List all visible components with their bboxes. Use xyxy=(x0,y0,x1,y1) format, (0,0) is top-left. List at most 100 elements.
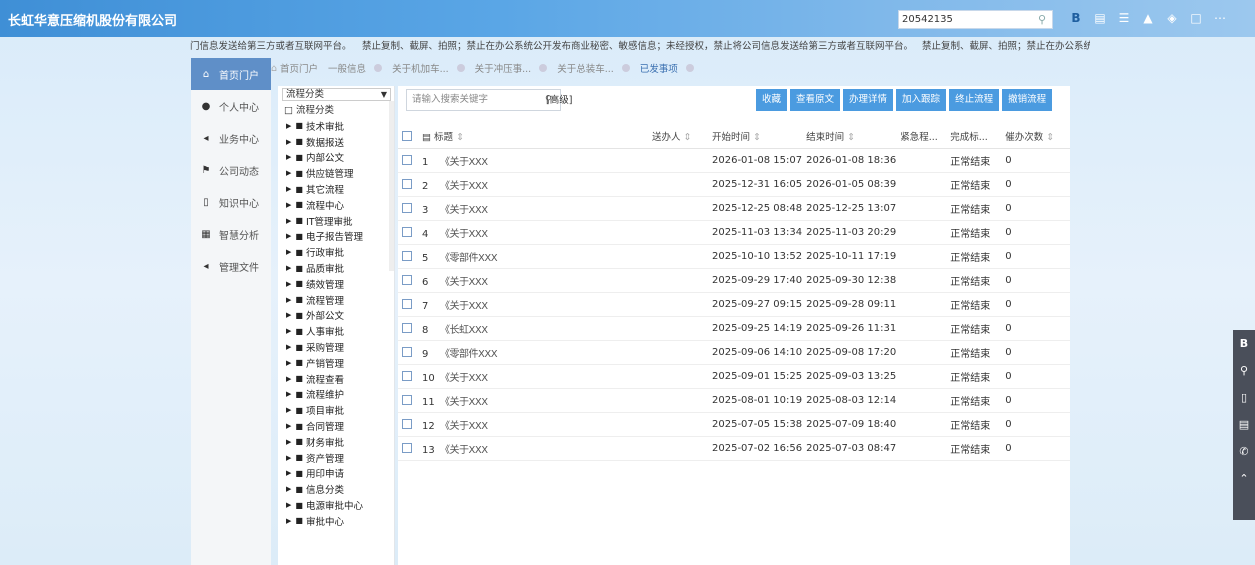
header-completion[interactable]: 完成标... xyxy=(946,124,1002,149)
row-checkbox[interactable] xyxy=(398,148,418,173)
select-all-checkbox[interactable] xyxy=(398,124,418,149)
nav-item-personal[interactable]: ● 个人中心 xyxy=(191,90,271,122)
tab-home[interactable]: ⌂ 首页门户 xyxy=(271,61,318,76)
row-title[interactable]: 4 《关于XXX xyxy=(418,220,648,245)
tree-root[interactable]: □ 流程分类 xyxy=(278,101,394,118)
tab-general-info[interactable]: 一般信息 xyxy=(328,61,383,75)
expand-arrow-icon[interactable]: ▶ xyxy=(286,359,291,367)
expand-arrow-icon[interactable]: ▶ xyxy=(286,169,291,177)
expand-arrow-icon[interactable]: ▶ xyxy=(286,122,291,130)
header-end-time[interactable]: 结束时间 ⇕ xyxy=(802,124,897,149)
table-row[interactable]: 9 《零部件XXX 2025-09-06 14:10 2025-09-08 17:20… xyxy=(398,340,1070,365)
tree-scrollbar[interactable] xyxy=(389,101,394,271)
brand-b-icon[interactable]: B xyxy=(1064,9,1088,27)
header-urgency[interactable]: 紧急程... xyxy=(896,124,947,149)
row-checkbox[interactable] xyxy=(398,292,418,317)
expand-arrow-icon[interactable]: ▶ xyxy=(286,280,291,288)
row-title[interactable]: 2 《关于XXX xyxy=(418,172,648,197)
row-checkbox[interactable] xyxy=(398,412,418,437)
menu-icon[interactable]: ☰ xyxy=(1112,9,1136,27)
handshake-icon[interactable]: ◈ xyxy=(1160,9,1184,27)
row-checkbox[interactable] xyxy=(398,364,418,389)
row-title-text[interactable]: 《关于XXX xyxy=(440,181,488,192)
tree-item[interactable]: ▶ ■ 信息分类 xyxy=(278,481,394,497)
row-checkbox[interactable] xyxy=(398,436,418,461)
table-row[interactable]: 8 《长虹XXX 2025-09-25 14:19 2025-09-26 11:31 正… xyxy=(398,316,1070,341)
row-title-text[interactable]: 《关于XXX xyxy=(440,157,488,168)
header-title[interactable]: ▤ 标题 ⇕ xyxy=(418,124,648,149)
row-title-text[interactable]: 《关于XXX xyxy=(440,229,488,240)
row-title-text[interactable]: 《关于XXX xyxy=(440,277,488,288)
nav-item-knowledge[interactable]: ▯ 知识中心 xyxy=(191,186,271,218)
expand-arrow-icon[interactable]: ▶ xyxy=(286,217,291,225)
tree-item[interactable]: ▶ ■ 数据报送 xyxy=(278,134,394,150)
row-title-text[interactable]: 《零部件XXX xyxy=(440,349,498,360)
row-title[interactable]: 8 《长虹XXX xyxy=(418,316,648,341)
expand-arrow-icon[interactable]: ▶ xyxy=(286,438,291,446)
user-search-icon[interactable]: ⚲ xyxy=(1233,357,1255,384)
row-title-text[interactable]: 《关于XXX xyxy=(440,301,488,312)
nav-item-business[interactable]: ◂ 业务中心 xyxy=(191,122,271,154)
table-row[interactable]: 7 《关于XXX 2025-09-27 09:15 2025-09-28 09:11 正… xyxy=(398,292,1070,317)
expand-arrow-icon[interactable]: ▶ xyxy=(286,390,291,398)
header-reminder-count[interactable]: 催办次数 ⇕ xyxy=(1001,124,1070,149)
nav-item-analysis[interactable]: ▦ 智慧分析 xyxy=(191,218,271,250)
expand-arrow-icon[interactable]: ▶ xyxy=(286,501,291,509)
tree-item[interactable]: ▶ ■ 合同管理 xyxy=(278,418,394,434)
row-checkbox[interactable] xyxy=(398,388,418,413)
tree-item[interactable]: ▶ ■ 人事审批 xyxy=(278,323,394,339)
table-row[interactable]: 4 《关于XXX 2025-11-03 13:34 2025-11-03 20:29 正… xyxy=(398,220,1070,245)
nav-item-home[interactable]: ⌂ 首页门户 xyxy=(191,58,271,90)
document-icon[interactable]: ▤ xyxy=(1088,9,1112,27)
terminate-process-button[interactable]: 终止流程 xyxy=(949,89,1000,111)
tree-item[interactable]: ▶ ■ 绩效管理 xyxy=(278,276,394,292)
tree-item[interactable]: ▶ ■ 用印申请 xyxy=(278,466,394,482)
expand-arrow-icon[interactable]: ▶ xyxy=(286,343,291,351)
book-icon[interactable]: ▯ xyxy=(1233,384,1255,411)
tab-sent-items[interactable]: 已发事项 xyxy=(640,61,694,75)
row-title[interactable]: 7 《关于XXX xyxy=(418,292,648,317)
table-row[interactable]: 13 《关于XXX 2025-07-02 16:56 2025-07-03 08:47… xyxy=(398,436,1070,461)
favorite-button[interactable]: 收藏 xyxy=(756,89,788,111)
add-tracking-button[interactable]: 加入跟踪 xyxy=(896,89,947,111)
process-details-button[interactable]: 办理详情 xyxy=(843,89,894,111)
advanced-search-link[interactable]: [高级] xyxy=(546,92,572,106)
tree-item[interactable]: ▶ ■ 流程查看 xyxy=(278,371,394,387)
row-title-text[interactable]: 《关于XXX xyxy=(440,445,488,456)
row-title[interactable]: 1 《关于XXX xyxy=(418,148,648,173)
row-title-text[interactable]: 《关于XXX xyxy=(440,421,488,432)
chevron-up-icon[interactable]: ⌃ xyxy=(1233,465,1255,492)
expand-arrow-icon[interactable]: ▶ xyxy=(286,185,291,193)
tree-item[interactable]: ▶ ■ 资产管理 xyxy=(278,450,394,466)
nav-item-news[interactable]: ⚑ 公司动态 xyxy=(191,154,271,186)
global-search-input[interactable] xyxy=(899,11,1029,28)
tree-item[interactable]: ▶ ■ 技术审批 xyxy=(278,118,394,134)
tree-item[interactable]: ▶ ■ 电源审批中心 xyxy=(278,497,394,513)
phone-icon[interactable]: ✆ xyxy=(1233,438,1255,465)
row-title[interactable]: 13 《关于XXX xyxy=(418,436,648,461)
tab-machining[interactable]: 关于机加车... xyxy=(392,61,465,75)
row-checkbox[interactable] xyxy=(398,268,418,293)
expand-arrow-icon[interactable]: ▶ xyxy=(286,469,291,477)
more-icon[interactable]: ⋯ xyxy=(1208,9,1232,27)
tab-close-icon[interactable] xyxy=(685,64,694,72)
header-start-time[interactable]: 开始时间 ⇕ xyxy=(708,124,803,149)
tab-stamping[interactable]: 关于冲压事... xyxy=(475,61,548,75)
tree-item[interactable]: ▶ ■ 采购管理 xyxy=(278,339,394,355)
row-title[interactable]: 6 《关于XXX xyxy=(418,268,648,293)
row-title-text[interactable]: 《零部件XXX xyxy=(440,253,498,264)
tree-item[interactable]: ▶ ■ 产销管理 xyxy=(278,355,394,371)
nav-item-documents[interactable]: ◂ 管理文件 xyxy=(191,250,271,282)
expand-arrow-icon[interactable]: ▶ xyxy=(286,264,291,272)
keyword-search-input[interactable]: 请输入搜索关键字 ⚲ xyxy=(406,89,561,111)
tree-item[interactable]: ▶ ■ 供应链管理 xyxy=(278,165,394,181)
row-title[interactable]: 10 《关于XXX xyxy=(418,364,648,389)
row-checkbox[interactable] xyxy=(398,196,418,221)
row-checkbox[interactable] xyxy=(398,220,418,245)
row-title[interactable]: 9 《零部件XXX xyxy=(418,340,648,365)
tree-item[interactable]: ▶ ■ 流程管理 xyxy=(278,292,394,308)
row-title[interactable]: 11 《关于XXX xyxy=(418,388,648,413)
table-row[interactable]: 3 《关于XXX 2025-12-25 08:48 2025-12-25 13:07 正… xyxy=(398,196,1070,221)
view-original-button[interactable]: 查看原文 xyxy=(790,89,841,111)
expand-arrow-icon[interactable]: ▶ xyxy=(286,248,291,256)
